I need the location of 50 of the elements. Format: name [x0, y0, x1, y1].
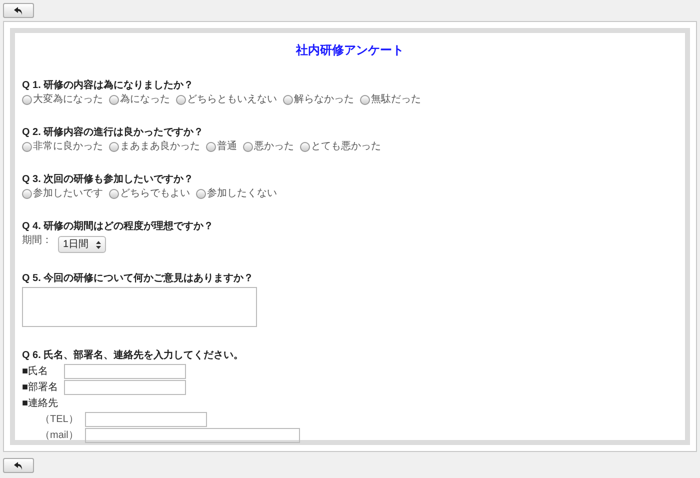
field-label: ■部署名	[22, 380, 60, 394]
option-label: 普通	[217, 140, 237, 154]
radio-button[interactable]	[176, 95, 186, 105]
input-field[interactable]	[85, 428, 300, 442]
option-label: 非常に良かった	[33, 140, 103, 154]
radio-button[interactable]	[206, 142, 216, 152]
radio-button[interactable]	[22, 142, 32, 152]
stepper-icon	[96, 240, 101, 248]
period-select[interactable]: 1日間	[58, 236, 106, 253]
question-label: Q 1. 研修の内容は為になりましたか？	[22, 79, 195, 93]
radio-button[interactable]	[360, 95, 370, 105]
field-label: 期間：	[22, 234, 52, 248]
option-label: とても悪かった	[311, 140, 381, 154]
radio-button[interactable]	[109, 142, 119, 152]
back-arrow-icon	[14, 462, 23, 470]
field-label: （TEL）	[39, 412, 80, 426]
field-label: ■連絡先	[22, 396, 58, 410]
radio-button[interactable]	[109, 189, 119, 199]
option-label: 参加したいです	[33, 187, 103, 201]
field-label: （mail）	[39, 428, 80, 442]
option-label: 解らなかった	[294, 93, 354, 107]
comment-textarea[interactable]	[22, 287, 257, 327]
radio-button[interactable]	[300, 142, 310, 152]
option-label: 参加したくない	[207, 187, 277, 201]
radio-button[interactable]	[196, 189, 206, 199]
option-label: 悪かった	[254, 140, 294, 154]
input-field[interactable]	[64, 380, 186, 394]
option-label: 大変為になった	[33, 93, 103, 107]
option-label: どちらともいえない	[187, 93, 277, 107]
option-label: まあまあ良かった	[120, 140, 200, 154]
radio-button[interactable]	[109, 95, 119, 105]
radio-button[interactable]	[22, 189, 32, 199]
question-label: Q 5. 今回の研修について何かご意見はありますか？	[22, 272, 255, 286]
option-label: 為になった	[120, 93, 170, 107]
back-button[interactable]	[3, 458, 34, 473]
radio-button[interactable]	[22, 95, 32, 105]
input-field[interactable]	[64, 364, 186, 378]
back-button[interactable]	[3, 3, 34, 18]
field-label: ■氏名	[22, 364, 50, 378]
option-label: 無駄だった	[371, 93, 421, 107]
input-field[interactable]	[85, 412, 207, 426]
survey-title: 社内研修アンケート	[294, 42, 405, 59]
question-label: Q 2. 研修内容の進行は良かったですか？	[22, 126, 205, 140]
option-label: どちらでもよい	[120, 187, 190, 201]
radio-button[interactable]	[243, 142, 253, 152]
back-arrow-icon	[14, 6, 23, 14]
radio-button[interactable]	[283, 95, 293, 105]
question-label: Q 3. 次回の研修も参加したいですか？	[22, 173, 195, 187]
question-label: Q 6. 氏名、部署名、連絡先を入力してください。	[22, 349, 245, 363]
question-label: Q 4. 研修の期間はどの程度が理想ですか？	[22, 220, 215, 234]
